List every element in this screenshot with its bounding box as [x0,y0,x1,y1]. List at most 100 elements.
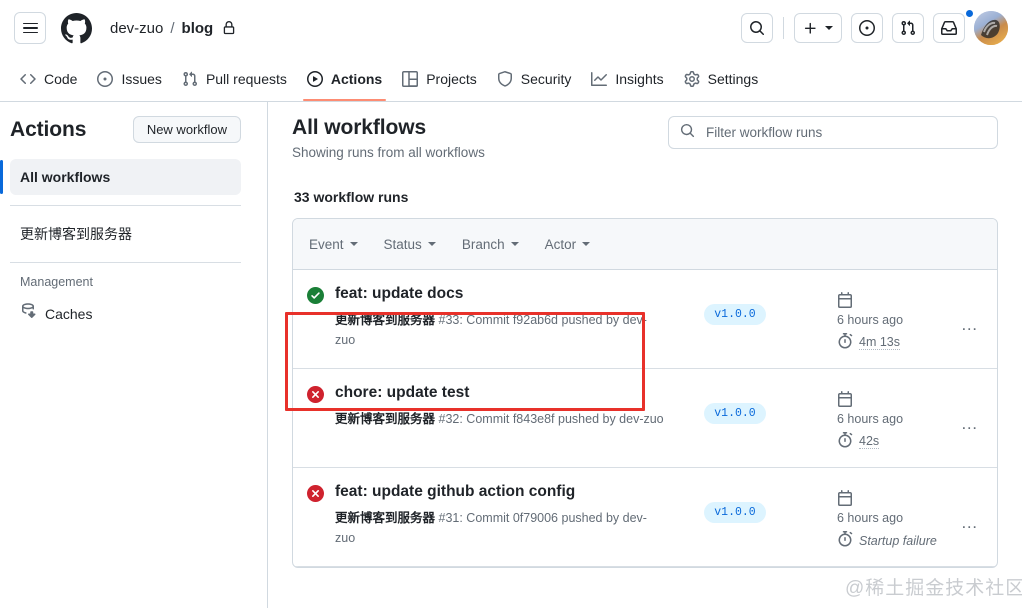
stopwatch-icon [837,432,853,451]
table-row[interactable]: feat: update docs 更新博客到服务器 #33: Commit f… [293,270,997,369]
kebab-menu-icon[interactable]: … [957,312,983,338]
stopwatch-icon [837,333,853,352]
run-duration: 4m 13s [837,333,945,352]
filter-branch-dropdown[interactable]: Branch [462,237,519,252]
filter-event-dropdown[interactable]: Event [309,237,358,252]
search-input[interactable] [704,124,986,141]
chevron-down-icon [350,242,358,246]
main-heading-block: All workflows Showing runs from all work… [292,116,485,160]
new-workflow-button[interactable]: New workflow [133,116,241,143]
run-times: 6 hours ago Startup failure [837,482,945,550]
kebab-menu-icon[interactable]: … [957,411,983,437]
sidebar-divider-2 [10,262,241,263]
page-title: All workflows [292,116,485,140]
run-title[interactable]: chore: update test [335,383,665,403]
status-badge[interactable]: v1.0.0 [704,403,765,424]
github-logo-icon[interactable] [61,13,92,44]
tab-issues[interactable]: Issues [87,56,171,101]
page-body: Actions New workflow All workflows 更新博客到… [0,102,1022,608]
sidebar-item-caches[interactable]: Caches [10,295,241,332]
filter-workflow-runs-box[interactable] [668,116,998,149]
sidebar-group-management: Management [10,273,241,291]
run-duration: Startup failure [837,531,945,550]
sidebar-title: Actions [10,118,86,142]
table-row[interactable]: chore: update test 更新博客到服务器 #32: Commit … [293,369,997,468]
chevron-down-icon [582,242,590,246]
tab-projects-label: Projects [426,71,477,87]
run-meta: 更新博客到服务器 #31: Commit 0f79006 pushed by d… [335,508,665,548]
run-info: chore: update test 更新博客到服务器 #32: Commit … [335,383,665,429]
run-date-text: 6 hours ago [837,412,903,426]
run-date: 6 hours ago [837,490,945,525]
x-circle-icon [307,485,324,507]
tab-insights[interactable]: Insights [581,56,673,101]
main-content: All workflows Showing runs from all work… [268,102,1022,608]
run-date-text: 6 hours ago [837,511,903,525]
tab-security[interactable]: Security [487,56,582,101]
run-workflow-name[interactable]: 更新博客到服务器 [335,412,435,426]
tab-pull-requests[interactable]: Pull requests [172,56,297,101]
breadcrumb-repo[interactable]: blog [182,20,214,37]
run-workflow-name[interactable]: 更新博客到服务器 [335,511,435,525]
global-header: dev-zuo / blog [0,0,1022,56]
sidebar-workflow-list: 更新博客到服务器 [10,216,241,252]
sidebar-header: Actions New workflow [10,116,241,143]
status-badge[interactable]: v1.0.0 [704,502,765,523]
run-title[interactable]: feat: update github action config [335,482,665,502]
sidebar-item-workflow[interactable]: 更新博客到服务器 [10,216,241,252]
filter-status-label: Status [384,237,422,252]
avatar-image [974,11,1008,45]
sidebar-item-all-workflows-label: All workflows [20,169,110,185]
sidebar-item-caches-label: Caches [45,304,92,324]
run-workflow-name[interactable]: 更新博客到服务器 [335,313,435,327]
git-pull-request-icon[interactable] [892,13,924,43]
tab-settings[interactable]: Settings [674,56,769,101]
check-circle-icon [307,287,324,309]
tab-projects[interactable]: Projects [392,56,487,101]
main-header: All workflows Showing runs from all work… [292,116,998,160]
hamburger-icon[interactable] [14,12,46,44]
status-badge[interactable]: v1.0.0 [704,304,765,325]
runs-filter-toolbar: Event Status Branch Actor [293,219,997,270]
chevron-down-icon [511,242,519,246]
sidebar-item-workflow-label: 更新博客到服务器 [20,226,132,242]
breadcrumb-owner[interactable]: dev-zuo [110,20,163,37]
issues-icon[interactable] [851,13,883,43]
run-duration-text: 4m 13s [859,335,900,350]
tab-insights-label: Insights [615,71,663,87]
create-new-button[interactable] [794,13,842,43]
page-subtitle: Showing runs from all workflows [292,145,485,160]
actions-sidebar: Actions New workflow All workflows 更新博客到… [0,102,268,608]
avatar[interactable] [974,11,1008,45]
tab-actions[interactable]: Actions [297,56,392,101]
lock-icon [222,21,236,35]
filter-actor-dropdown[interactable]: Actor [545,237,591,252]
run-date: 6 hours ago [837,292,945,327]
search-icon[interactable] [741,13,773,43]
filter-status-dropdown[interactable]: Status [384,237,436,252]
inbox-icon[interactable] [933,13,965,43]
run-duration-text: 42s [859,434,879,449]
tab-code[interactable]: Code [10,56,87,101]
header-actions [741,11,1008,45]
run-times: 6 hours ago 42s [837,383,945,451]
tab-security-label: Security [521,71,572,87]
sidebar-list: All workflows [10,159,241,195]
sidebar-item-all-workflows[interactable]: All workflows [10,159,241,195]
stopwatch-icon [837,531,853,550]
run-tag-cell: v1.0.0 [665,482,805,523]
run-info: feat: update docs 更新博客到服务器 #33: Commit f… [335,284,665,350]
filter-actor-label: Actor [545,237,577,252]
calendar-icon [837,292,945,311]
header-divider [783,17,784,39]
run-title[interactable]: feat: update docs [335,284,665,304]
table-row[interactable]: feat: update github action config 更新博客到服… [293,468,997,567]
run-duration-text: Startup failure [859,534,937,548]
run-meta: 更新博客到服务器 #33: Commit f92ab6d pushed by d… [335,310,665,350]
workflow-runs-count: 33 workflow runs [294,189,998,205]
run-date: 6 hours ago [837,391,945,426]
kebab-menu-icon[interactable]: … [957,510,983,536]
tab-actions-label: Actions [331,71,382,87]
chevron-down-icon [428,242,436,246]
tab-pull-requests-label: Pull requests [206,71,287,87]
